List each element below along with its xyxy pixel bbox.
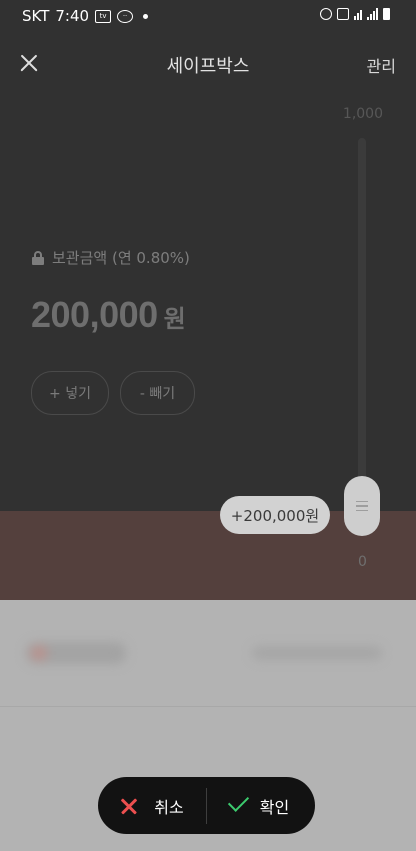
- slider-min-label: 0: [358, 554, 367, 570]
- blurred-item-left: [26, 642, 126, 664]
- grip-line: [356, 509, 368, 512]
- manage-button[interactable]: 관리: [367, 53, 396, 77]
- confirm-label: 확인: [259, 797, 290, 817]
- clock-time: 7:40: [55, 7, 90, 25]
- slider-max-label: 1,000: [342, 106, 383, 122]
- mute-icon: [337, 8, 349, 20]
- alarm-icon: [320, 8, 332, 20]
- check-icon: [227, 790, 249, 812]
- blurred-item-right: [252, 646, 382, 660]
- carrier-label: SKT: [22, 7, 50, 25]
- divider: [0, 706, 416, 707]
- rate-text: 보관금액 (연 0.80%): [52, 249, 190, 267]
- slider-track[interactable]: [358, 138, 366, 533]
- chat-bubble-icon: ··: [117, 9, 134, 23]
- withdraw-button[interactable]: - 빼기: [120, 371, 195, 415]
- cancel-button[interactable]: 취소: [98, 777, 206, 834]
- balance-amount: 200,000 원: [31, 294, 186, 336]
- signal-icon: [367, 8, 378, 20]
- wifi-icon: [354, 8, 362, 20]
- app-header: 세이프박스 관리: [0, 32, 416, 96]
- grip-line: [356, 500, 368, 503]
- interest-rate-label: 보관금액 (연 0.80%): [32, 247, 190, 268]
- confirm-button[interactable]: 확인: [207, 777, 315, 834]
- amount-unit: 원: [163, 305, 186, 333]
- slider-handle[interactable]: [344, 476, 380, 536]
- x-icon: [120, 797, 138, 815]
- amount-number: 200,000: [31, 294, 158, 335]
- tv-app-icon: tv: [95, 9, 112, 23]
- grip-line: [356, 505, 368, 507]
- action-bar: 취소 확인: [98, 777, 315, 834]
- status-bar: SKT 7:40 tv ··: [0, 0, 416, 32]
- deposit-button[interactable]: + 넣기: [31, 371, 109, 415]
- dot-indicator-icon: [143, 13, 149, 19]
- lock-icon: [32, 250, 44, 265]
- battery-icon: [383, 8, 390, 20]
- page-title: 세이프박스: [166, 56, 250, 77]
- slider-value-tooltip: +200,000원: [220, 496, 330, 534]
- cancel-label: 취소: [154, 797, 184, 817]
